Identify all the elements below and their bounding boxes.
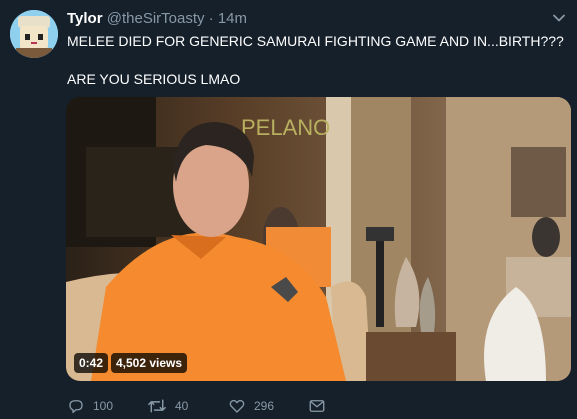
tweet-timestamp[interactable]: 14m xyxy=(218,10,247,27)
reply-icon xyxy=(69,400,83,414)
video-thumbnail: PELANO xyxy=(66,97,571,381)
author-handle[interactable]: @theSirToasty xyxy=(107,10,205,27)
tweet-header: Tylor @theSirToasty · 14m xyxy=(67,9,247,28)
reply-button[interactable]: 100 xyxy=(67,397,113,415)
video-player[interactable]: PELANO 0:42 4,502 views xyxy=(66,97,571,381)
tweet-text-line: MELEE DIED FOR GENERIC SAMURAI FIGHTING … xyxy=(67,33,564,49)
envelope-icon xyxy=(309,400,325,412)
video-duration-badge: 0:42 xyxy=(74,353,109,373)
wall-sign-text: PELANO xyxy=(241,115,330,140)
avatar-image xyxy=(10,10,58,58)
video-views-badge: 4,502 views xyxy=(111,353,188,373)
direct-message-button[interactable] xyxy=(308,397,326,415)
reply-count: 100 xyxy=(93,399,114,413)
retweet-button[interactable]: 40 xyxy=(147,397,188,415)
avatar[interactable] xyxy=(10,10,58,58)
retweet-count: 40 xyxy=(175,399,189,413)
chevron-down-icon xyxy=(553,14,565,22)
retweet-icon xyxy=(148,399,166,413)
tweet-text-line: ARE YOU SERIOUS LMAO xyxy=(67,71,241,87)
like-count: 296 xyxy=(254,399,275,413)
separator-dot: · xyxy=(208,10,214,27)
author-name[interactable]: Tylor xyxy=(67,10,103,27)
like-button[interactable]: 296 xyxy=(228,397,274,415)
tweet-text: MELEE DIED FOR GENERIC SAMURAI FIGHTING … xyxy=(67,32,564,89)
tweet[interactable]: Tylor @theSirToasty · 14m MELEE DIED FOR… xyxy=(0,0,577,419)
tweet-menu-button[interactable] xyxy=(549,8,569,28)
heart-icon xyxy=(229,399,245,413)
